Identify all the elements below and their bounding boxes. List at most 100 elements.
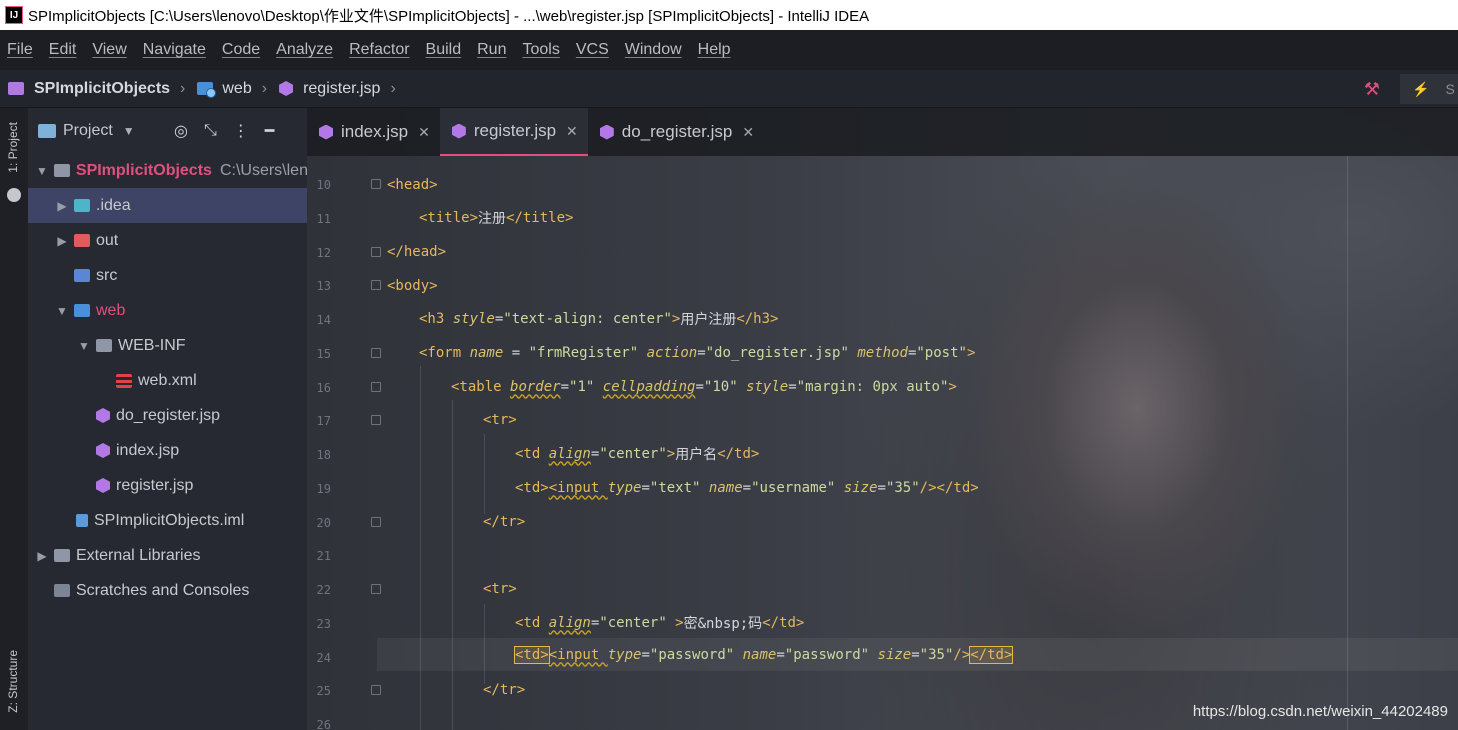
project-folder-icon — [8, 82, 24, 95]
tree-item-label: External Libraries — [76, 546, 201, 564]
fold-marker-icon[interactable] — [371, 415, 381, 425]
fold-marker-icon[interactable] — [371, 348, 381, 358]
menu-file[interactable]: File — [7, 41, 33, 59]
code-token: "username" — [751, 479, 836, 496]
tree-item-label: WEB-INF — [118, 336, 186, 354]
expand-arrow-icon[interactable]: ▼ — [56, 304, 68, 318]
menu-code[interactable]: Code — [222, 41, 260, 59]
tree-item-label: register.jsp — [116, 476, 194, 494]
collapse-all-icon[interactable]: ⤡ — [204, 122, 217, 140]
expand-arrow-icon[interactable]: ▶ — [36, 549, 48, 563]
tab-index-jsp[interactable]: index.jsp ✕ — [307, 108, 440, 156]
jsp-file-icon — [96, 408, 110, 423]
code-token: 注册 — [478, 210, 507, 227]
project-view-selector[interactable]: Project — [63, 122, 113, 140]
code-token: "margin: 0px auto" — [796, 378, 949, 395]
code-token: = — [695, 378, 704, 395]
code-line-18: <td align = "center" > 用户名 </td> — [515, 437, 759, 470]
breadcrumb-file[interactable]: register.jsp — [279, 80, 380, 98]
fold-marker-icon[interactable] — [371, 584, 381, 594]
code-token: "center" — [599, 445, 667, 462]
line-number: 19 — [316, 482, 331, 496]
tree-item-project-root[interactable]: ▼ SPImplicitObjects C:\Users\lenc — [28, 153, 307, 188]
breadcrumb-project[interactable]: SPImplicitObjects — [8, 80, 170, 98]
menu-help[interactable]: Help — [698, 41, 731, 59]
code-token: <h3 — [419, 310, 453, 327]
tab-register-jsp[interactable]: register.jsp ✕ — [439, 108, 588, 156]
run-configuration-selector[interactable]: ⚡ S — [1400, 74, 1458, 104]
tree-item-out[interactable]: ▶ out — [28, 223, 307, 258]
menu-vcs[interactable]: VCS — [576, 41, 609, 59]
fold-marker-icon[interactable] — [371, 247, 381, 257]
code-token: "text-align: center" — [503, 310, 672, 327]
code-token: "do_register.jsp" — [705, 344, 849, 361]
fold-marker-icon[interactable] — [371, 280, 381, 290]
tree-item-scratches[interactable]: Scratches and Consoles — [28, 573, 307, 608]
line-number: 16 — [316, 381, 331, 395]
menu-view[interactable]: View — [92, 41, 126, 59]
code-token: = — [560, 378, 570, 395]
line-number: 12 — [316, 246, 331, 260]
hide-panel-icon[interactable]: ━ — [265, 121, 275, 141]
tree-item-index-jsp[interactable]: index.jsp — [28, 433, 307, 468]
code-editor[interactable]: index.jsp ✕ register.jsp ✕ do_register.j… — [307, 108, 1458, 730]
structure-tool-tab[interactable]: Z: Structure — [6, 650, 20, 713]
nav-toolbar: ⚒ ⚡ S — [1364, 70, 1458, 108]
locate-target-icon[interactable]: ◎ — [174, 121, 188, 141]
tree-item-label: out — [96, 231, 119, 249]
code-line-15: <form name = "frmRegister" action = "do_re… — [419, 336, 975, 369]
menu-analyze[interactable]: Analyze — [276, 41, 333, 59]
menu-edit[interactable]: Edit — [49, 41, 77, 59]
fold-marker-icon[interactable] — [371, 179, 381, 189]
tab-do-register-jsp[interactable]: do_register.jsp ✕ — [588, 108, 764, 156]
code-line-13: <body> — [387, 269, 438, 302]
tab-label: index.jsp — [341, 122, 409, 141]
code-token: = — [911, 646, 920, 663]
menu-window[interactable]: Window — [625, 41, 682, 59]
menu-refactor[interactable]: Refactor — [349, 41, 409, 59]
code-token: = — [494, 310, 504, 327]
tree-item-do-register-jsp[interactable]: do_register.jsp — [28, 398, 307, 433]
code-line-12: </head> — [387, 235, 446, 268]
close-icon[interactable]: ✕ — [742, 124, 754, 141]
fold-marker-icon[interactable] — [371, 685, 381, 695]
source-folder-icon — [74, 269, 90, 282]
expand-arrow-icon[interactable]: ▼ — [78, 339, 90, 353]
chevron-down-icon[interactable]: ▼ — [123, 124, 135, 138]
expand-arrow-icon[interactable]: ▼ — [36, 164, 48, 178]
expand-arrow-icon[interactable]: ▶ — [56, 234, 68, 248]
menu-build[interactable]: Build — [426, 41, 462, 59]
menu-navigate[interactable]: Navigate — [143, 41, 206, 59]
code-token: "password" — [649, 646, 735, 663]
tree-item-register-jsp[interactable]: register.jsp — [28, 468, 307, 503]
menu-tools[interactable]: Tools — [522, 41, 559, 59]
breadcrumb-folder[interactable]: web — [197, 80, 252, 98]
navigation-bar: SPImplicitObjects › web › register.jsp ›… — [0, 70, 1458, 108]
code-token: </h3> — [736, 310, 779, 327]
tab-label: register.jsp — [473, 121, 557, 140]
code-line-25: </tr> — [483, 673, 525, 706]
close-icon[interactable]: ✕ — [418, 124, 430, 141]
code-token: <head> — [387, 176, 438, 193]
code-token: border — [510, 378, 561, 395]
folder-icon — [96, 339, 112, 352]
tree-item-web[interactable]: ▼ web — [28, 293, 307, 328]
menu-run[interactable]: Run — [477, 41, 506, 59]
tree-item-web-xml[interactable]: web.xml — [28, 363, 307, 398]
fold-marker-icon[interactable] — [371, 517, 381, 527]
fold-marker-icon[interactable] — [371, 382, 381, 392]
expand-arrow-icon[interactable]: ▶ — [56, 199, 68, 213]
tree-item-iml[interactable]: SPImplicitObjects.iml — [28, 503, 307, 538]
line-number: 14 — [316, 313, 331, 327]
plugin-icon[interactable] — [7, 188, 21, 202]
tree-item-src[interactable]: src — [28, 258, 307, 293]
tree-item-web-inf[interactable]: ▼ WEB-INF — [28, 328, 307, 363]
build-hammer-icon[interactable]: ⚒ — [1364, 79, 1380, 100]
tree-item-idea[interactable]: ▶ .idea — [28, 188, 307, 223]
tree-item-external-libraries[interactable]: ▶ External Libraries — [28, 538, 307, 573]
jsp-file-icon — [96, 443, 110, 458]
project-tool-tab[interactable]: 1: Project — [6, 122, 20, 173]
code-token: </td> — [969, 645, 1014, 664]
options-menu-icon[interactable]: ⋮ — [233, 121, 249, 141]
close-icon[interactable]: ✕ — [566, 123, 578, 140]
